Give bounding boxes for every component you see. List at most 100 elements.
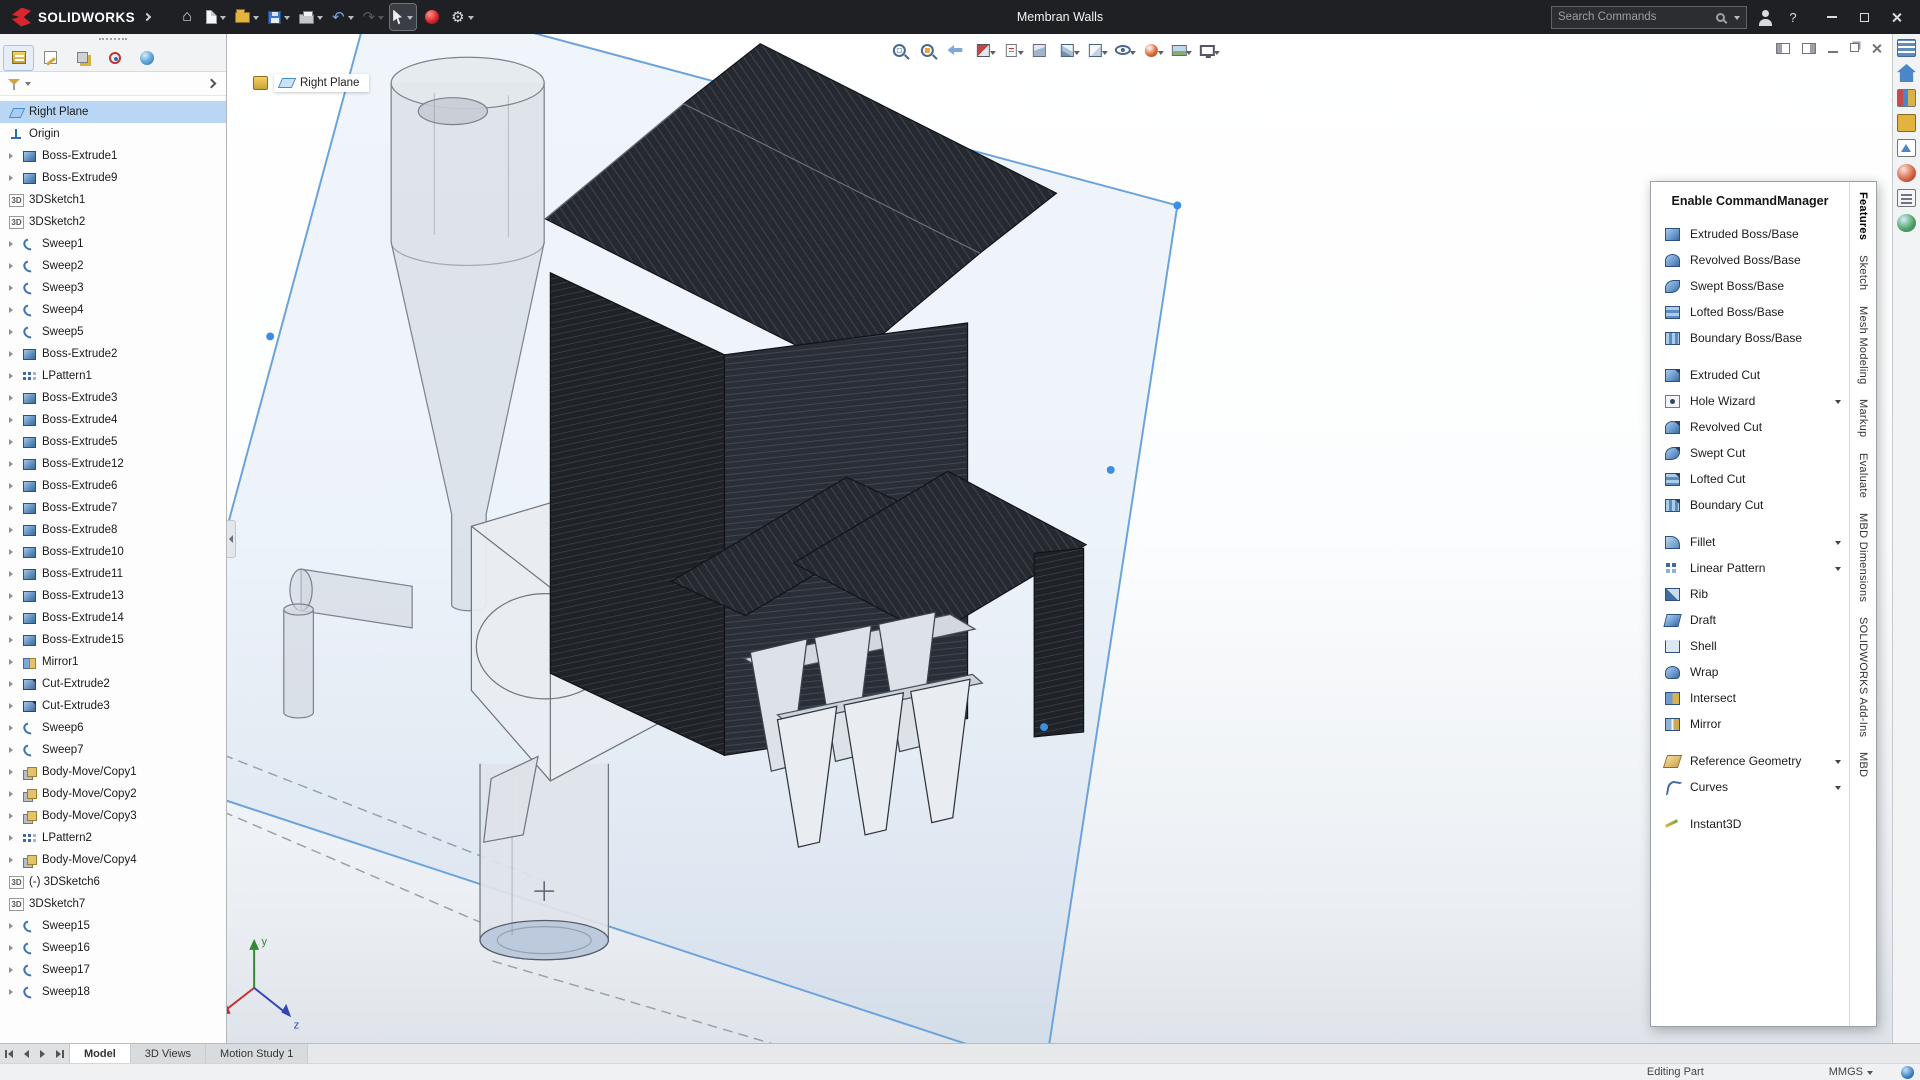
command-button[interactable]: Revolved Boss/Base: [1651, 247, 1849, 273]
tree-item[interactable]: 3DSketch7: [0, 893, 226, 915]
dropdown-caret-icon[interactable]: [407, 16, 413, 23]
document-tab[interactable]: Motion Study 1: [206, 1044, 308, 1063]
tree-item[interactable]: Cut-Extrude2: [0, 673, 226, 695]
tree-item[interactable]: Boss-Extrude12: [0, 453, 226, 475]
task-pane-icon[interactable]: [1897, 114, 1916, 132]
command-manager-tab[interactable]: SOLIDWORKS Add-Ins: [1857, 617, 1869, 737]
tree-item[interactable]: Boss-Extrude8: [0, 519, 226, 541]
expand-arrow-icon[interactable]: [9, 593, 17, 599]
command-button[interactable]: Shell: [1651, 633, 1849, 659]
close-button[interactable]: [1880, 3, 1912, 31]
command-button[interactable]: Linear Pattern: [1651, 555, 1849, 581]
toolbar-button[interactable]: [448, 4, 476, 30]
expand-arrow-icon[interactable]: [9, 439, 17, 445]
tree-item[interactable]: Sweep7: [0, 739, 226, 761]
tree-item[interactable]: Sweep2: [0, 255, 226, 277]
toolbar-button[interactable]: [296, 4, 326, 30]
tree-item[interactable]: Sweep3: [0, 277, 226, 299]
expand-arrow-icon[interactable]: [9, 549, 17, 555]
toolbar-button[interactable]: [390, 4, 416, 30]
tree-item[interactable]: Mirror1: [0, 651, 226, 673]
command-button[interactable]: Lofted Boss/Base: [1651, 299, 1849, 325]
command-button[interactable]: Revolved Cut: [1651, 414, 1849, 440]
breadcrumb-chip[interactable]: Right Plane: [274, 74, 369, 92]
tree-item[interactable]: LPattern2: [0, 827, 226, 849]
expand-arrow-icon[interactable]: [9, 659, 17, 665]
command-button[interactable]: Lofted Cut: [1651, 466, 1849, 492]
heads-up-button[interactable]: [970, 39, 995, 61]
command-button[interactable]: Wrap: [1651, 659, 1849, 685]
heads-up-button[interactable]: [942, 39, 967, 61]
tree-item[interactable]: Boss-Extrude4: [0, 409, 226, 431]
filter-funnel-icon[interactable]: [8, 78, 20, 90]
dropdown-caret-icon[interactable]: [220, 16, 226, 23]
search-dropdown-caret-icon[interactable]: [1734, 16, 1740, 23]
expand-arrow-icon[interactable]: [9, 791, 17, 797]
dropdown-caret-icon[interactable]: [468, 16, 474, 23]
expand-arrow-icon[interactable]: [9, 153, 17, 159]
command-manager-tab[interactable]: Evaluate: [1857, 453, 1869, 498]
task-pane-icon[interactable]: [1897, 89, 1916, 107]
tree-item[interactable]: Boss-Extrude11: [0, 563, 226, 585]
heads-up-button[interactable]: [1138, 39, 1163, 61]
task-pane-icon[interactable]: [1897, 189, 1916, 207]
manager-tab[interactable]: [100, 46, 129, 70]
heads-up-button[interactable]: [914, 39, 939, 61]
tree-item[interactable]: Sweep15: [0, 915, 226, 937]
tree-item[interactable]: Sweep1: [0, 233, 226, 255]
expand-arrow-icon[interactable]: [9, 285, 17, 291]
expand-arrow-icon[interactable]: [9, 615, 17, 621]
first-tab-button[interactable]: [4, 1047, 17, 1061]
manager-tab[interactable]: [4, 46, 33, 70]
tree-item[interactable]: Sweep5: [0, 321, 226, 343]
document-tab[interactable]: Model: [70, 1044, 131, 1063]
dropdown-caret-icon[interactable]: [1073, 51, 1079, 58]
toolbar-button[interactable]: [419, 4, 445, 30]
user-account-icon[interactable]: [1757, 9, 1774, 26]
units-selector[interactable]: MMGS: [1829, 1066, 1873, 1078]
command-button[interactable]: Rib: [1651, 581, 1849, 607]
dropdown-caret-icon[interactable]: [1835, 567, 1841, 574]
expand-arrow-icon[interactable]: [9, 857, 17, 863]
tree-item[interactable]: Boss-Extrude3: [0, 387, 226, 409]
dropdown-caret-icon[interactable]: [1129, 51, 1135, 58]
expand-arrow-icon[interactable]: [9, 307, 17, 313]
tree-item[interactable]: Boss-Extrude7: [0, 497, 226, 519]
doc-control-icon[interactable]: [1828, 51, 1838, 53]
tree-item[interactable]: Sweep6: [0, 717, 226, 739]
tree-item[interactable]: Sweep16: [0, 937, 226, 959]
expand-arrow-icon[interactable]: [9, 373, 17, 379]
next-tab-button[interactable]: [36, 1047, 49, 1061]
expand-arrow-icon[interactable]: [9, 241, 17, 247]
brand-chevron-icon[interactable]: [143, 13, 151, 21]
tree-item[interactable]: Boss-Extrude2: [0, 343, 226, 365]
dropdown-caret-icon[interactable]: [1835, 400, 1841, 407]
expand-arrow-icon[interactable]: [9, 637, 17, 643]
command-button[interactable]: Curves: [1651, 774, 1849, 800]
breadcrumb-sketch-icon[interactable]: [253, 76, 268, 90]
dropdown-caret-icon[interactable]: [1017, 51, 1023, 58]
expand-arrow-icon[interactable]: [9, 813, 17, 819]
task-pane-icon[interactable]: [1897, 164, 1916, 182]
heads-up-button[interactable]: [1082, 39, 1107, 61]
tree-item[interactable]: Boss-Extrude9: [0, 167, 226, 189]
tree-item[interactable]: Cut-Extrude3: [0, 695, 226, 717]
expand-arrow-icon[interactable]: [9, 571, 17, 577]
expand-arrow-icon[interactable]: [9, 703, 17, 709]
tree-item[interactable]: Right Plane: [0, 101, 226, 123]
command-button[interactable]: Draft: [1651, 607, 1849, 633]
command-manager-tab[interactable]: Sketch: [1857, 255, 1869, 290]
command-manager-title[interactable]: Enable CommandManager: [1651, 190, 1849, 221]
tree-item[interactable]: Boss-Extrude1: [0, 145, 226, 167]
doc-control-icon[interactable]: [1850, 43, 1859, 52]
filter-caret-icon[interactable]: [25, 82, 31, 89]
tree-item[interactable]: 3DSketch1: [0, 189, 226, 211]
tree-item[interactable]: LPattern1: [0, 365, 226, 387]
task-pane-icon[interactable]: [1897, 64, 1916, 82]
dropdown-caret-icon[interactable]: [1213, 51, 1219, 58]
dropdown-caret-icon[interactable]: [989, 51, 995, 58]
heads-up-button[interactable]: [1110, 39, 1135, 61]
tree-item[interactable]: Body-Move/Copy3: [0, 805, 226, 827]
command-button[interactable]: Mirror: [1651, 711, 1849, 737]
dropdown-caret-icon[interactable]: [1185, 51, 1191, 58]
